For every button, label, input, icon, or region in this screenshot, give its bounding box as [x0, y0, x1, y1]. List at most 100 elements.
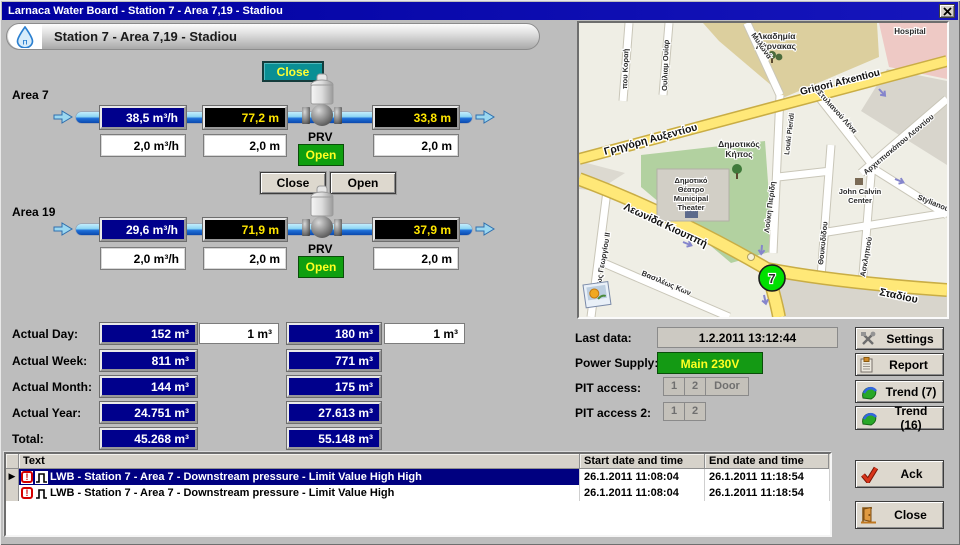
map-jcc-building — [855, 178, 863, 185]
last-data-label: Last data: — [575, 331, 632, 345]
area7-prv-valve-icon — [300, 72, 344, 128]
window-title: Larnaca Water Board - Station 7 - Area 7… — [8, 5, 939, 17]
trend-16-button[interactable]: Trend (16) — [855, 406, 944, 430]
area19-prv-valve-icon — [300, 184, 344, 240]
stat-year-a: 24.751 m³ — [100, 402, 197, 423]
stat-day-b: 180 m³ — [287, 323, 381, 344]
alarm-table-header: Text Start date and time End date and ti… — [6, 454, 830, 469]
row-selector-arrow: ▶ — [6, 469, 19, 485]
window-close-button[interactable] — [939, 4, 955, 18]
map-label-jcc: John Calvin — [839, 187, 882, 196]
flow-arrow-icon — [474, 222, 496, 236]
water-drop-icon: Π — [8, 24, 42, 49]
pit-access2-1-indicator: 1 — [663, 402, 685, 421]
svg-text:7: 7 — [768, 271, 775, 286]
trend-chart-icon — [860, 410, 878, 426]
flow-arrow-icon — [474, 110, 496, 124]
svg-text:Θέατρο: Θέατρο — [678, 185, 705, 194]
report-icon — [860, 357, 873, 373]
text-column-header: Text — [19, 454, 580, 469]
stat-year-b: 27.613 m³ — [287, 402, 381, 423]
area19-flow-setpoint-field[interactable]: 2,0 m³/h — [100, 247, 186, 270]
area19-downstream-pressure-display: 37,9 m — [373, 218, 459, 241]
stat-total-a: 45.268 m³ — [100, 428, 197, 449]
report-button[interactable]: Report — [855, 353, 944, 376]
stat-week-b: 771 m³ — [287, 350, 381, 371]
area19-upstream-setpoint-field[interactable]: 2,0 m — [203, 247, 287, 270]
alarm-start: 26.1.2011 11:08:04 — [580, 469, 705, 485]
area19-prv-label: PRV — [308, 242, 332, 256]
area7-flow-display: 38,5 m³/h — [100, 106, 186, 129]
alarm-step-icon — [35, 471, 48, 484]
alarm-end: 26.1.2011 11:18:54 — [705, 469, 830, 485]
area19-upstream-pressure-display: 71,9 m — [203, 218, 287, 241]
start-column-header: Start date and time — [580, 454, 705, 469]
red-check-icon — [860, 466, 879, 483]
close-button[interactable]: Close — [855, 501, 944, 529]
svg-text:Theater: Theater — [677, 203, 704, 212]
row-selector — [6, 485, 19, 501]
area7-label: Area 7 — [12, 88, 49, 102]
area7-flow-setpoint-field[interactable]: 2,0 m³/h — [100, 134, 186, 157]
area7-prv-status: Open — [298, 144, 344, 166]
trend-7-button[interactable]: Trend (7) — [855, 380, 944, 403]
alarm-text: LWB - Station 7 - Area 7 - Downstream pr… — [50, 471, 422, 483]
stat-total-b: 55.148 m³ — [287, 428, 381, 449]
alarm-row[interactable]: ▶ ! LWB - Station 7 - Area 7 - Downstrea… — [6, 469, 830, 485]
tools-icon — [860, 331, 876, 346]
alarm-exclamation-icon: ! — [21, 471, 33, 484]
alarm-end: 26.1.2011 11:18:54 — [705, 485, 830, 501]
stat-year-label: Actual Year: — [12, 406, 81, 420]
alarm-table: Text Start date and time End date and ti… — [4, 452, 832, 537]
last-data-value: 1.2.2011 13:12:44 — [657, 327, 838, 348]
area7-downstream-setpoint-field[interactable]: 2,0 m — [373, 134, 459, 157]
power-supply-status: Main 230V — [657, 352, 763, 374]
flow-arrow-icon — [52, 110, 74, 124]
map-label-park: Δημοτικός — [718, 139, 760, 149]
pit-access-label: PIT access: — [575, 381, 641, 395]
stat-week-label: Actual Week: — [12, 354, 87, 368]
stat-month-b: 175 m³ — [287, 376, 381, 397]
area19-prv-status: Open — [298, 256, 344, 278]
map-label-korai: που Κοραή — [620, 48, 630, 89]
area7-downstream-pressure-display: 33,8 m — [373, 106, 459, 129]
end-column-header: End date and time — [705, 454, 829, 469]
pit-access2-label: PIT access 2: — [575, 406, 651, 420]
stat-month-label: Actual Month: — [12, 380, 92, 394]
map-park-tree-icon — [732, 164, 742, 174]
alarm-row[interactable]: ! LWB - Station 7 - Area 7 - Downstream … — [6, 485, 830, 501]
location-map[interactable]: Ακαδημία Λάρνακας Hospital Grigori Afxen… — [577, 21, 949, 319]
alarm-start: 26.1.2011 11:08:04 — [580, 485, 705, 501]
alarm-step-icon — [35, 487, 48, 500]
flow-arrow-icon — [52, 222, 74, 236]
svg-text:Κήπος: Κήπος — [725, 149, 753, 159]
area19-downstream-setpoint-field[interactable]: 2,0 m — [373, 247, 459, 270]
map-label-theater: Δημοτικό — [675, 176, 708, 185]
pit-access2-2-indicator: 2 — [684, 402, 706, 421]
door-icon — [860, 506, 877, 524]
alarm-exclamation-icon: ! — [21, 487, 33, 500]
ack-button[interactable]: Ack — [855, 460, 944, 488]
area7-upstream-pressure-display: 77,2 m — [203, 106, 287, 129]
page-header: Π Station 7 - Area 7,19 - Stadiou — [6, 23, 540, 50]
map-label-ouiliam: Ουίλιαμ Ουίαρ — [660, 39, 671, 91]
trend-chart-icon — [860, 384, 878, 400]
area19-label: Area 19 — [12, 205, 55, 219]
svg-text:Π: Π — [23, 39, 28, 46]
stat-day-a2: 1 m³ — [199, 323, 279, 344]
alarm-text: LWB - Station 7 - Area 7 - Downstream pr… — [50, 487, 394, 499]
stat-day-a: 152 m³ — [100, 323, 197, 344]
pit-access-1-indicator: 1 — [663, 377, 685, 396]
app-window: Larnaca Water Board - Station 7 - Area 7… — [0, 0, 960, 545]
svg-text:Municipal: Municipal — [674, 194, 709, 203]
settings-button[interactable]: Settings — [855, 327, 944, 350]
pit-access-2-indicator: 2 — [684, 377, 706, 396]
stat-month-a: 144 m³ — [100, 376, 197, 397]
selector-column-header — [6, 454, 19, 469]
area7-upstream-setpoint-field[interactable]: 2,0 m — [203, 134, 287, 157]
pit-access-door-indicator: Door — [705, 377, 749, 396]
stat-total-label: Total: — [12, 432, 44, 446]
stat-week-a: 811 m³ — [100, 350, 197, 371]
station-7-map-marker[interactable]: 7 — [759, 265, 785, 291]
svg-text:Center: Center — [848, 196, 872, 205]
